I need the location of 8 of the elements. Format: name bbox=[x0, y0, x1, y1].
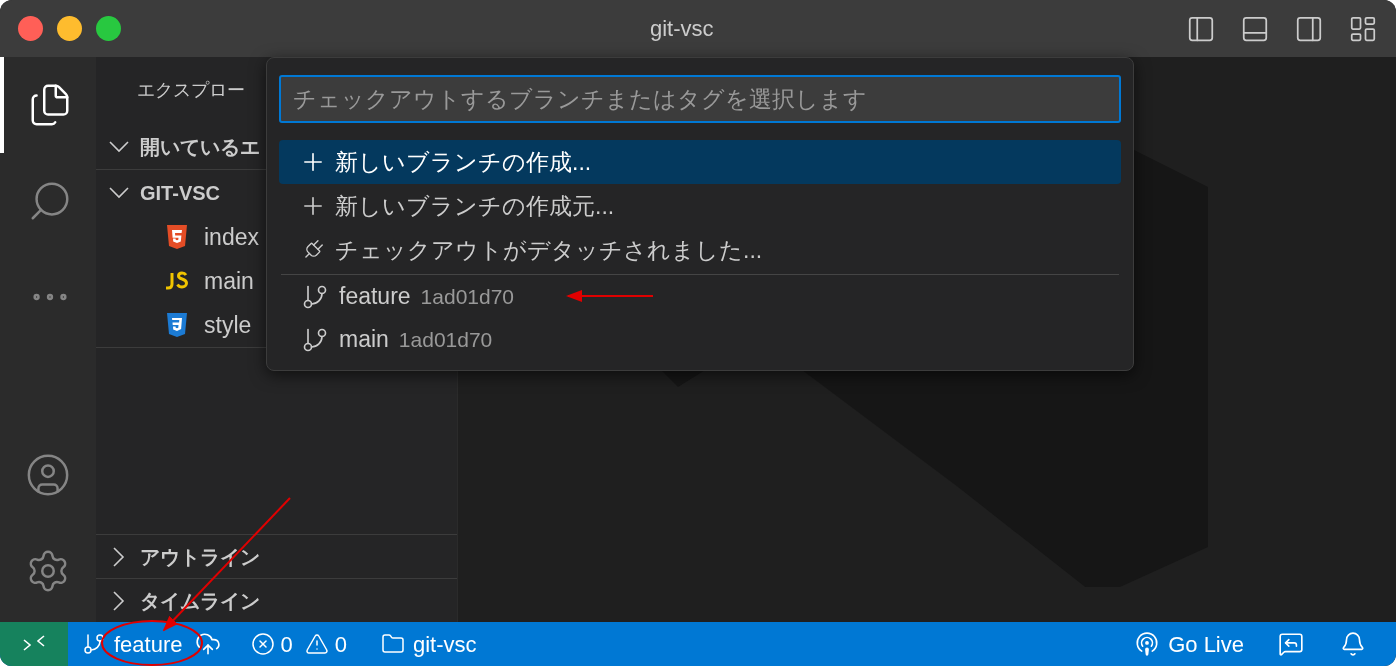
commit-hash: 1ad01d70 bbox=[398, 326, 493, 353]
error-count: 0 bbox=[280, 630, 293, 659]
commit-hash: 1ad01d70 bbox=[420, 283, 515, 310]
warning-count: 0 bbox=[334, 630, 347, 659]
section-title: 開いているエ bbox=[140, 134, 260, 160]
sidebar-title: エクスプロー bbox=[137, 79, 245, 102]
window-title: git-vsc bbox=[650, 15, 714, 43]
section-title: GIT-VSC bbox=[140, 180, 220, 206]
